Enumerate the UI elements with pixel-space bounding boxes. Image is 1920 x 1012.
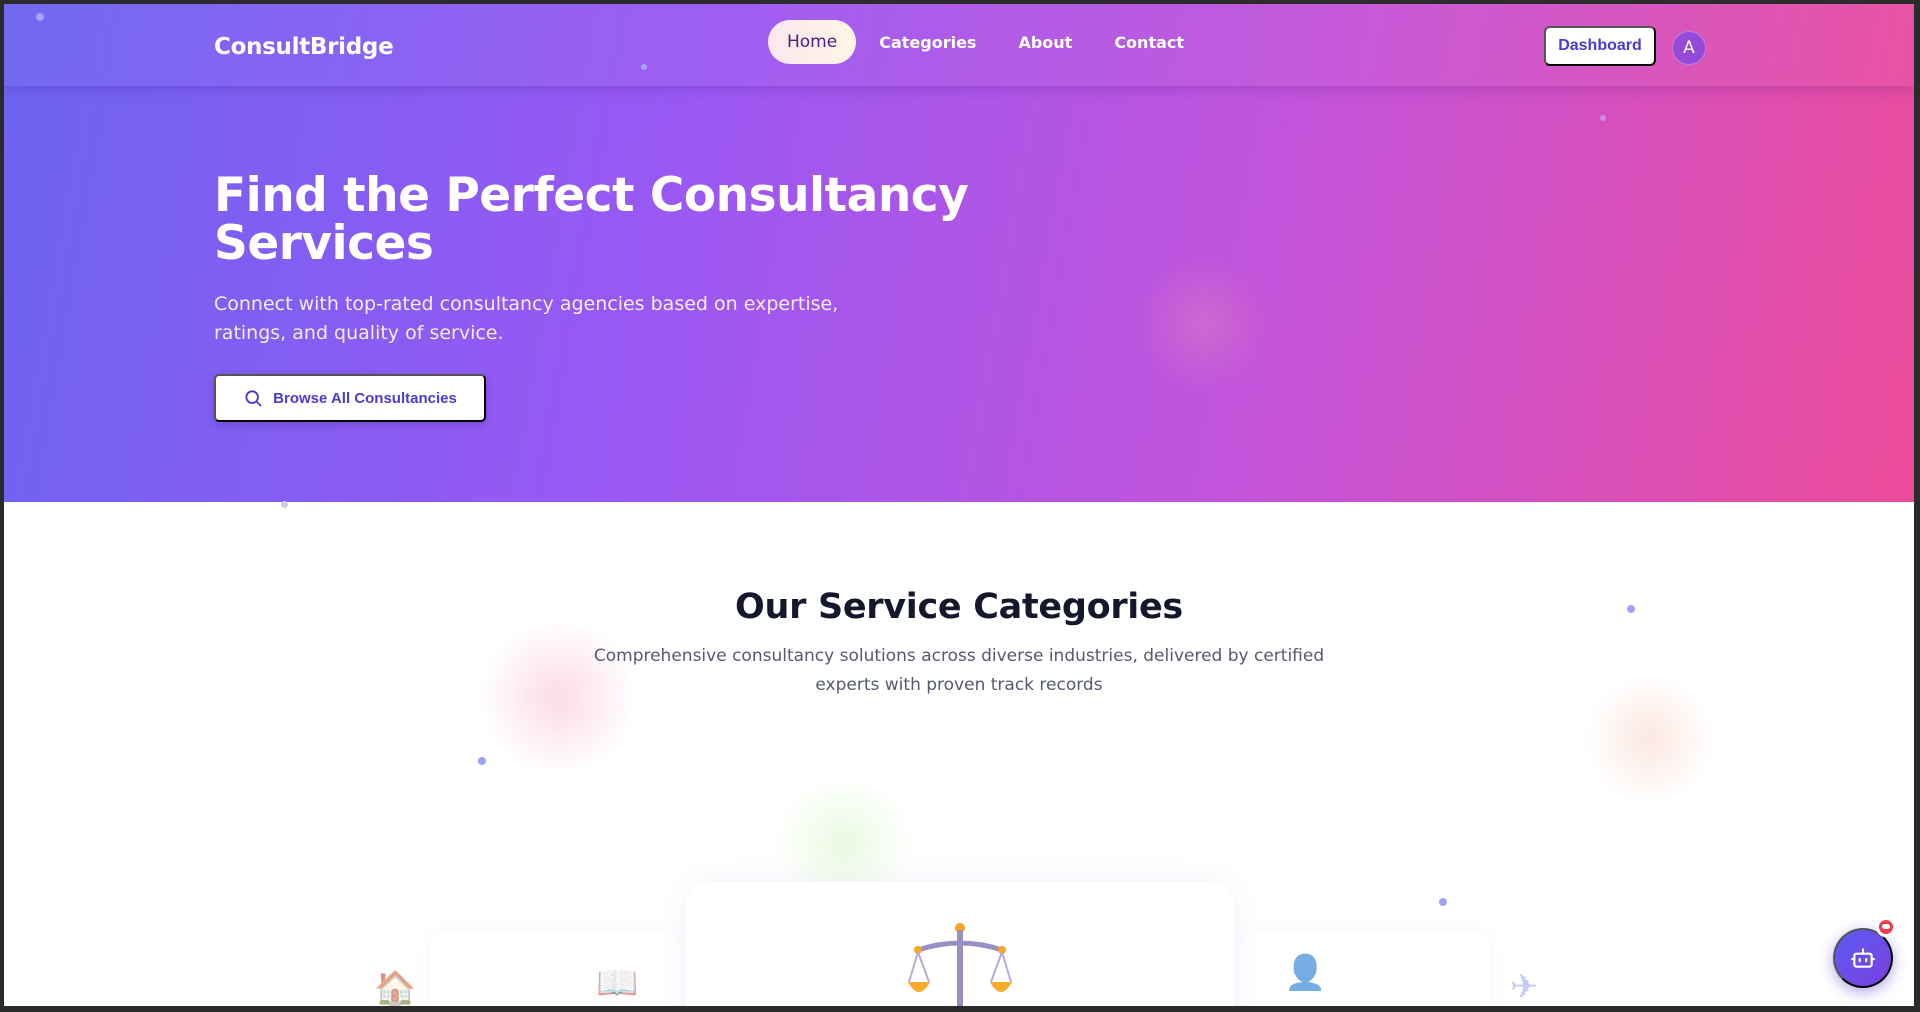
browse-all-label: Browse All Consultancies: [273, 389, 457, 407]
robot-icon: [1851, 948, 1875, 968]
search-icon: [245, 390, 262, 407]
book-icon: 📖: [596, 963, 639, 1003]
browser-viewport: ConsultBridge Home Categories About Cont…: [4, 4, 1914, 1006]
categories-title: Our Service Categories: [735, 587, 1183, 627]
nav-link-about[interactable]: About: [999, 21, 1091, 64]
house-icon: 🏠: [374, 969, 417, 1006]
top-navbar: ConsultBridge Home Categories About Cont…: [4, 4, 1914, 86]
person-icon: 👤: [1284, 953, 1327, 993]
category-card[interactable]: [430, 932, 680, 1006]
dashboard-button[interactable]: Dashboard: [1544, 26, 1656, 66]
hero-section: ConsultBridge Home Categories About Cont…: [4, 4, 1914, 502]
decorative-dot: [478, 757, 486, 765]
categories-subtitle: Comprehensive consultancy solutions acro…: [593, 646, 1325, 695]
decorative-blob: [1134, 254, 1274, 394]
hero-subtitle: Connect with top-rated consultancy agenc…: [214, 293, 839, 344]
decorative-blob: [1584, 674, 1714, 804]
notification-badge: [1876, 917, 1896, 937]
nav-links: Home Categories About Contact: [768, 20, 1203, 64]
decorative-dot: [281, 501, 288, 508]
scales-icon: [908, 923, 1012, 1006]
brand-logo[interactable]: ConsultBridge: [214, 34, 394, 60]
decorative-dot: [1600, 115, 1606, 121]
chat-widget-button[interactable]: [1833, 928, 1893, 988]
airplane-icon: ✈: [1510, 967, 1539, 1006]
decorative-dot: [1439, 898, 1447, 906]
hero-title: Find the Perfect Consultancy Services: [214, 168, 969, 271]
nav-link-categories[interactable]: Categories: [860, 21, 995, 64]
user-avatar[interactable]: A: [1672, 31, 1706, 65]
category-card[interactable]: [1240, 932, 1490, 1006]
nav-link-home[interactable]: Home: [768, 20, 857, 64]
browse-all-button[interactable]: Browse All Consultancies: [214, 374, 486, 422]
nav-link-contact[interactable]: Contact: [1095, 21, 1203, 64]
